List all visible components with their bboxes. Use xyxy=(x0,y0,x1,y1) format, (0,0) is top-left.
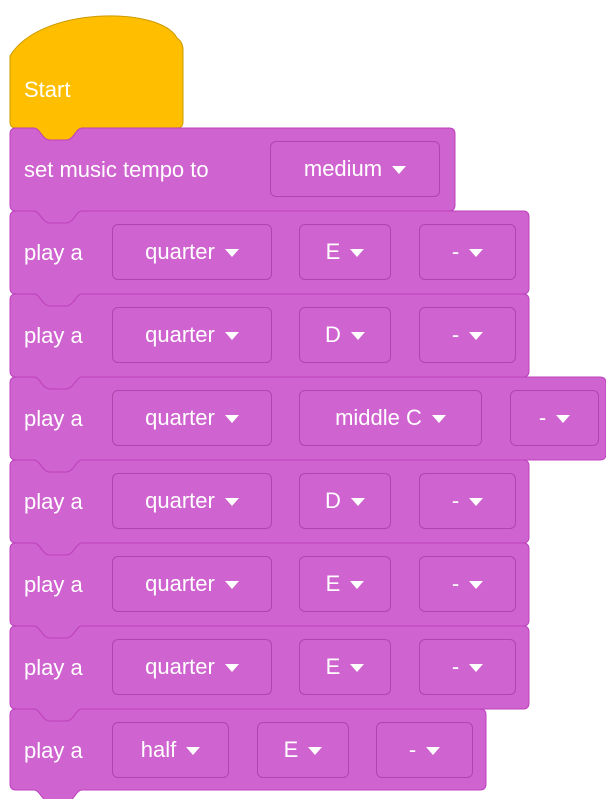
chevron-down-icon xyxy=(469,332,484,340)
note-value: middle C xyxy=(335,405,422,430)
tempo-label: set music tempo to xyxy=(24,157,209,182)
play-label: play a xyxy=(24,572,83,597)
modifier-value: - xyxy=(451,488,460,513)
duration-dropdown[interactable]: half xyxy=(112,722,229,778)
duration-dropdown[interactable]: quarter xyxy=(112,473,272,529)
code-canvas: Start set music tempo to medium play a q… xyxy=(0,0,606,799)
duration-dropdown[interactable]: quarter xyxy=(112,390,272,446)
chevron-down-icon xyxy=(392,166,407,174)
chevron-down-icon xyxy=(469,664,484,672)
chevron-down-icon xyxy=(350,332,365,340)
modifier-dropdown[interactable]: - xyxy=(419,639,516,695)
note-dropdown[interactable]: E xyxy=(299,556,391,612)
note-value: E xyxy=(325,654,341,679)
chevron-down-icon xyxy=(556,415,571,423)
chevron-down-icon xyxy=(224,664,239,672)
chevron-down-icon xyxy=(186,747,201,755)
modifier-value: - xyxy=(451,654,460,679)
duration-value: quarter xyxy=(145,654,215,679)
chevron-down-icon xyxy=(426,747,441,755)
note-value: E xyxy=(325,239,341,264)
note-dropdown[interactable]: D xyxy=(299,307,391,363)
modifier-value: - xyxy=(451,322,460,347)
duration-value: quarter xyxy=(145,239,215,264)
modifier-value: - xyxy=(451,239,460,264)
duration-dropdown[interactable]: quarter xyxy=(112,556,272,612)
note-value: E xyxy=(325,571,341,596)
chevron-down-icon xyxy=(431,415,446,423)
chevron-down-icon xyxy=(469,249,484,257)
chevron-down-icon xyxy=(469,581,484,589)
duration-value: quarter xyxy=(145,405,215,430)
duration-dropdown[interactable]: quarter xyxy=(112,307,272,363)
duration-value: quarter xyxy=(145,322,215,347)
modifier-dropdown[interactable]: - xyxy=(419,307,516,363)
tempo-dropdown[interactable]: medium xyxy=(270,141,440,197)
play-label: play a xyxy=(24,655,83,680)
start-label: Start xyxy=(24,77,71,102)
play-label: play a xyxy=(24,406,83,431)
note-dropdown[interactable]: E xyxy=(257,722,349,778)
note-dropdown[interactable]: D xyxy=(299,473,391,529)
duration-value: quarter xyxy=(145,571,215,596)
tempo-value: medium xyxy=(303,156,383,181)
chevron-down-icon xyxy=(308,747,323,755)
play-label: play a xyxy=(24,489,83,514)
chevron-down-icon xyxy=(224,415,239,423)
play-label: play a xyxy=(24,323,83,348)
modifier-dropdown[interactable]: - xyxy=(376,722,473,778)
chevron-down-icon xyxy=(224,332,239,340)
duration-dropdown[interactable]: quarter xyxy=(112,224,272,280)
note-dropdown[interactable]: E xyxy=(299,639,391,695)
modifier-dropdown[interactable]: - xyxy=(419,473,516,529)
chevron-down-icon xyxy=(350,664,365,672)
modifier-value: - xyxy=(538,405,547,430)
chevron-down-icon xyxy=(469,498,484,506)
play-label: play a xyxy=(24,738,83,763)
note-dropdown[interactable]: E xyxy=(299,224,391,280)
chevron-down-icon xyxy=(350,498,365,506)
chevron-down-icon xyxy=(224,498,239,506)
duration-dropdown[interactable]: quarter xyxy=(112,639,272,695)
chevron-down-icon xyxy=(224,249,239,257)
modifier-dropdown[interactable]: - xyxy=(510,390,599,446)
modifier-dropdown[interactable]: - xyxy=(419,224,516,280)
note-dropdown[interactable]: middle C xyxy=(299,390,482,446)
modifier-value: - xyxy=(408,737,417,762)
chevron-down-icon xyxy=(224,581,239,589)
chevron-down-icon xyxy=(350,249,365,257)
modifier-value: - xyxy=(451,571,460,596)
play-label: play a xyxy=(24,240,83,265)
note-value: D xyxy=(325,322,341,347)
note-value: E xyxy=(283,737,299,762)
chevron-down-icon xyxy=(350,581,365,589)
duration-value: quarter xyxy=(145,488,215,513)
note-value: D xyxy=(325,488,341,513)
duration-value: half xyxy=(140,737,177,762)
modifier-dropdown[interactable]: - xyxy=(419,556,516,612)
